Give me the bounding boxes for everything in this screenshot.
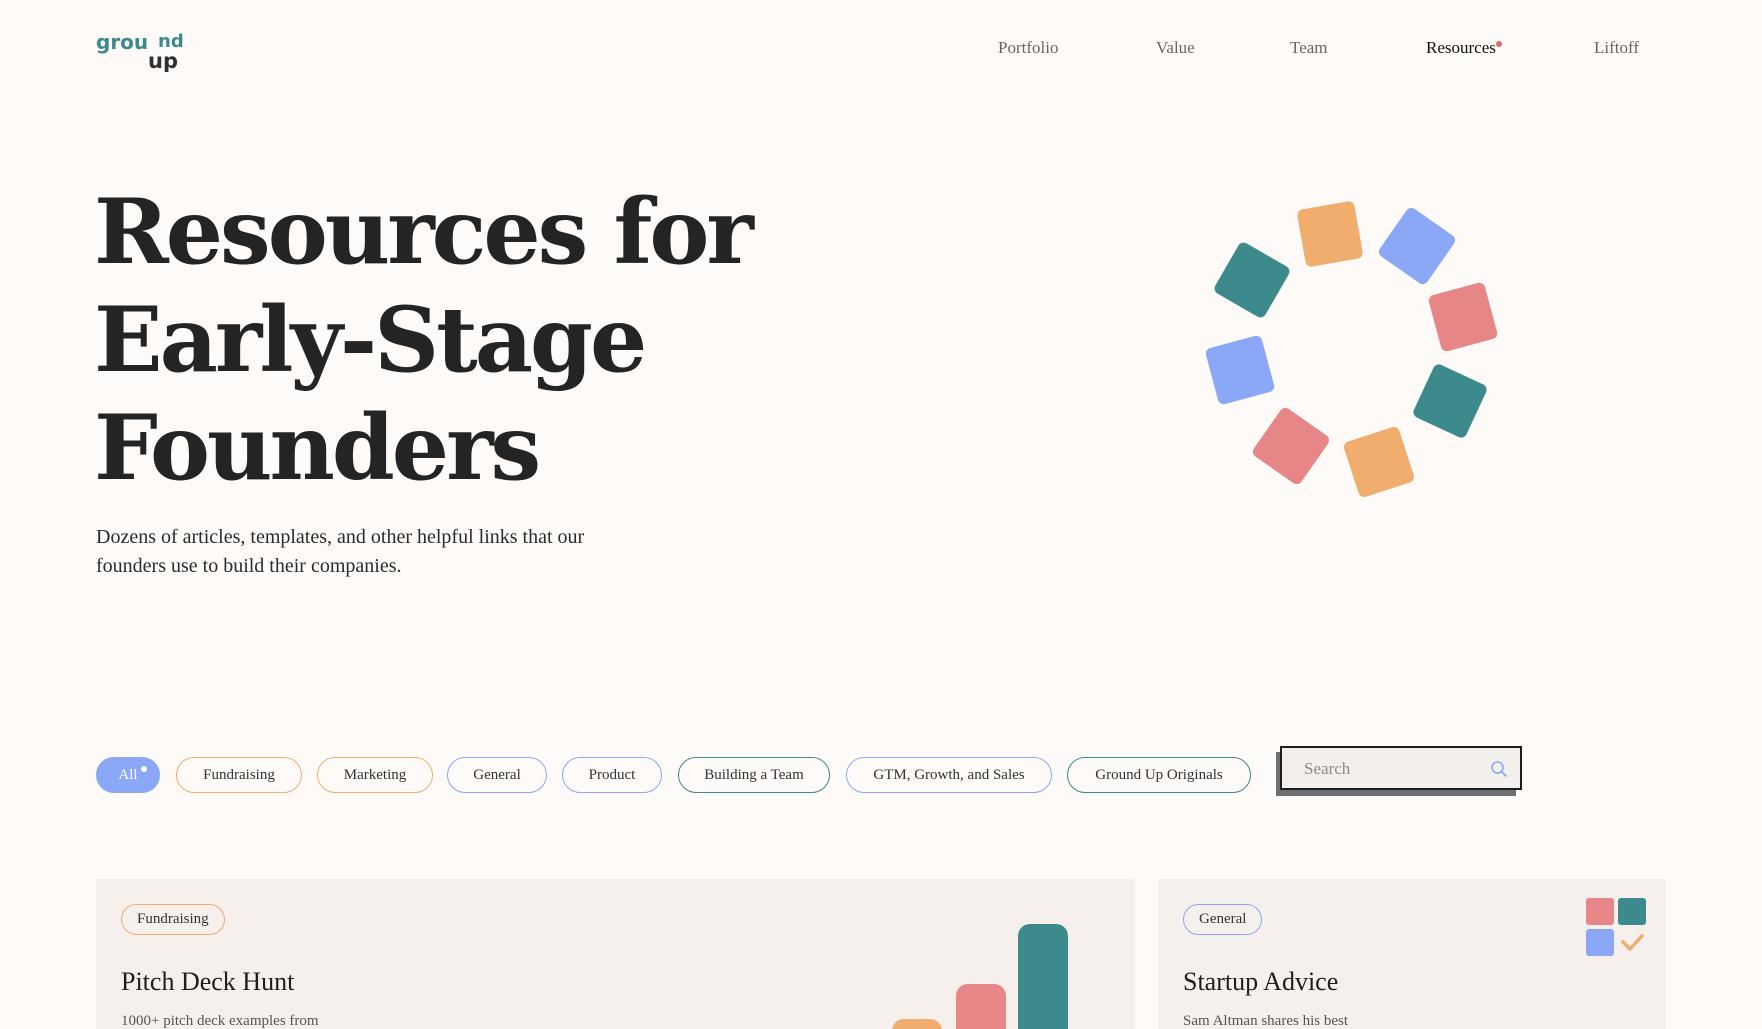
filter-general[interactable]: General bbox=[447, 757, 547, 793]
checklist-grid-icon bbox=[1586, 898, 1646, 956]
card-title[interactable]: Startup Advice bbox=[1183, 967, 1338, 997]
tile-teal-right bbox=[1413, 364, 1487, 438]
search-container bbox=[1276, 746, 1522, 796]
filter-product[interactable]: Product bbox=[562, 757, 662, 793]
filter-gtm-growth-sales[interactable]: GTM, Growth, and Sales bbox=[846, 757, 1052, 793]
nav-liftoff[interactable]: Liftoff bbox=[1594, 38, 1639, 58]
resource-card[interactable]: General Startup Advice Sam Altman shares… bbox=[1158, 879, 1666, 1029]
card-description: Sam Altman shares his best bbox=[1183, 1013, 1348, 1029]
bar-medium bbox=[956, 984, 1006, 1029]
card-tag[interactable]: Fundraising bbox=[121, 904, 225, 935]
filter-all[interactable]: All bbox=[96, 757, 160, 793]
nav-team[interactable]: Team bbox=[1290, 38, 1328, 58]
filter-marketing[interactable]: Marketing bbox=[317, 757, 433, 793]
filter-fundraising[interactable]: Fundraising bbox=[176, 757, 302, 793]
card-title[interactable]: Pitch Deck Hunt bbox=[121, 967, 294, 997]
page-subtitle: Dozens of articles, templates, and other… bbox=[96, 526, 585, 577]
bar-tall bbox=[1018, 924, 1068, 1029]
page-title-line-1: Resources for bbox=[94, 179, 754, 285]
search-icon[interactable] bbox=[1490, 760, 1508, 778]
nav-portfolio[interactable]: Portfolio bbox=[998, 38, 1058, 58]
filter-ground-up-originals[interactable]: Ground Up Originals bbox=[1067, 757, 1251, 793]
tile-orange-bottom bbox=[1344, 427, 1414, 497]
page-title-line-2: Early-Stage bbox=[94, 287, 647, 393]
nav-resources[interactable]: Resources bbox=[1426, 38, 1502, 58]
tile-pink-bottom-left bbox=[1252, 407, 1330, 485]
filter-building-a-team[interactable]: Building a Team bbox=[678, 757, 830, 793]
page-title-line-3: Founders bbox=[94, 395, 541, 501]
search-input[interactable] bbox=[1304, 757, 1484, 781]
tile-blue-top-right bbox=[1378, 207, 1456, 285]
active-indicator-dot bbox=[1495, 41, 1502, 47]
tile-pink-right bbox=[1428, 282, 1498, 352]
page-title: Resources for Early-Stage Founders bbox=[94, 178, 794, 502]
ground-up-logo-icon: grou nd up bbox=[96, 30, 184, 73]
nav-resources-label: Resources bbox=[1426, 38, 1496, 57]
filter-all-label: All bbox=[118, 766, 138, 783]
nav-value[interactable]: Value bbox=[1156, 38, 1195, 58]
card-tag[interactable]: General bbox=[1183, 904, 1263, 935]
logo[interactable]: grou nd up bbox=[96, 28, 184, 73]
resource-card[interactable]: Fundraising Pitch Deck Hunt 1000+ pitch … bbox=[96, 879, 1135, 1029]
svg-text:up: up bbox=[148, 49, 178, 72]
tile-teal-top-left bbox=[1214, 242, 1290, 318]
bar-chart-illustration bbox=[892, 913, 1082, 1029]
search-box[interactable] bbox=[1280, 746, 1522, 790]
card-description: 1000+ pitch deck examples from bbox=[121, 1013, 319, 1029]
svg-text:grou: grou bbox=[96, 30, 148, 54]
tile-blue-left bbox=[1205, 335, 1275, 405]
bar-short bbox=[892, 1019, 942, 1029]
tile-orange-top bbox=[1297, 201, 1363, 267]
hero-tiles-illustration bbox=[1196, 190, 1516, 510]
active-dot bbox=[141, 766, 147, 772]
